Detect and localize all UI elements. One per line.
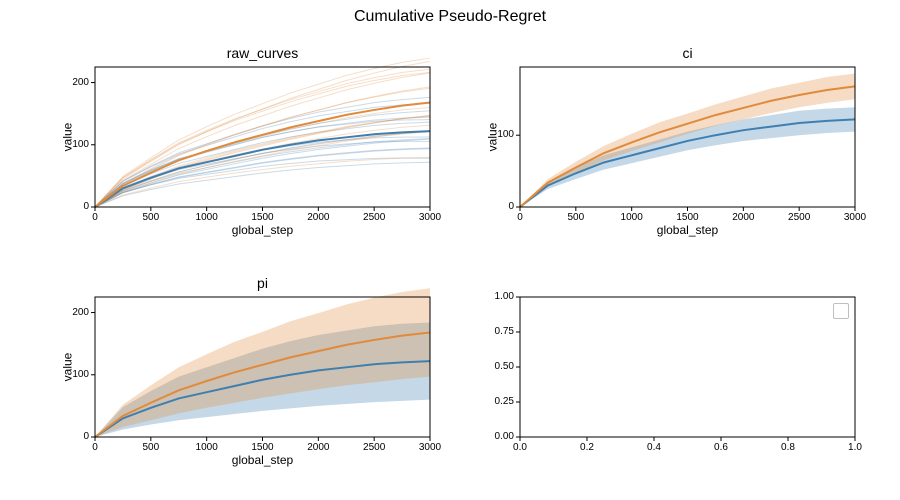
- x-tick-label: 0.8: [781, 443, 795, 453]
- y-tick-label: 0.50: [474, 362, 514, 372]
- raw-run-blue: [95, 149, 430, 207]
- x-tick-label: 2000: [307, 213, 329, 223]
- y-tick-label: 0.75: [474, 327, 514, 337]
- x-tick-label: 500: [142, 213, 159, 223]
- plot-area-ci: [520, 67, 855, 207]
- x-tick-label: 500: [567, 213, 584, 223]
- x-tick-label: 3000: [419, 443, 441, 453]
- x-tick-label: 1500: [251, 443, 273, 453]
- x-tick-label: 0: [92, 443, 98, 453]
- x-tick-label: 0.6: [714, 443, 728, 453]
- axes-title: raw_curves: [95, 45, 430, 61]
- legend-marker-icon: [833, 303, 849, 319]
- y-tick-label: 100: [474, 130, 514, 140]
- subplot-empty: 0.00.20.40.60.81.00.000.250.500.751.00: [520, 297, 855, 437]
- x-tick-label: 2000: [732, 213, 754, 223]
- subplot-ci: ciglobal_stepvalue0500100015002000250030…: [520, 67, 855, 207]
- x-tick-label: 2500: [788, 213, 810, 223]
- plot-area-empty: [520, 297, 855, 437]
- x-tick-label: 0.4: [647, 443, 661, 453]
- y-tick-label: 1.00: [474, 292, 514, 302]
- y-tick-label: 200: [49, 308, 89, 318]
- x-axis-label: global_step: [520, 223, 855, 237]
- x-tick-label: 3000: [844, 213, 866, 223]
- x-tick-label: 2500: [363, 213, 385, 223]
- y-tick-label: 0.25: [474, 397, 514, 407]
- y-tick-label: 0: [49, 202, 89, 212]
- x-tick-label: 500: [142, 443, 159, 453]
- x-axis-label: global_step: [95, 223, 430, 237]
- y-tick-label: 0: [49, 432, 89, 442]
- x-tick-label: 2500: [363, 443, 385, 453]
- y-tick-label: 100: [49, 140, 89, 150]
- y-tick-label: 200: [49, 78, 89, 88]
- x-tick-label: 0.0: [513, 443, 527, 453]
- x-tick-label: 0: [517, 213, 523, 223]
- x-tick-label: 1500: [676, 213, 698, 223]
- series-orange_mean: [95, 102, 430, 207]
- x-axis-label: global_step: [95, 453, 430, 467]
- axes-spine: [520, 297, 855, 437]
- x-tick-label: 1000: [196, 213, 218, 223]
- figure-suptitle: Cumulative Pseudo-Regret: [0, 8, 900, 26]
- band-orange_mean: [95, 288, 430, 437]
- x-tick-label: 1000: [621, 213, 643, 223]
- x-tick-label: 0.2: [580, 443, 594, 453]
- axes-title: pi: [95, 275, 430, 291]
- plot-area-raw_curves: [95, 67, 430, 207]
- raw-run-blue: [95, 103, 430, 207]
- subplot-pi: piglobal_stepvalue0500100015002000250030…: [95, 297, 430, 437]
- y-tick-label: 100: [49, 370, 89, 380]
- x-tick-label: 3000: [419, 213, 441, 223]
- x-tick-label: 1000: [196, 443, 218, 453]
- y-tick-label: 0.00: [474, 432, 514, 442]
- x-tick-label: 0: [92, 213, 98, 223]
- x-tick-label: 1500: [251, 213, 273, 223]
- x-tick-label: 2000: [307, 443, 329, 453]
- figure: Cumulative Pseudo-Regret raw_curvesgloba…: [0, 0, 900, 500]
- axes-title: ci: [520, 45, 855, 61]
- x-tick-label: 1.0: [848, 443, 862, 453]
- y-tick-label: 0: [474, 202, 514, 212]
- subplot-raw_curves: raw_curvesglobal_stepvalue05001000150020…: [95, 67, 430, 207]
- plot-area-pi: [95, 297, 430, 437]
